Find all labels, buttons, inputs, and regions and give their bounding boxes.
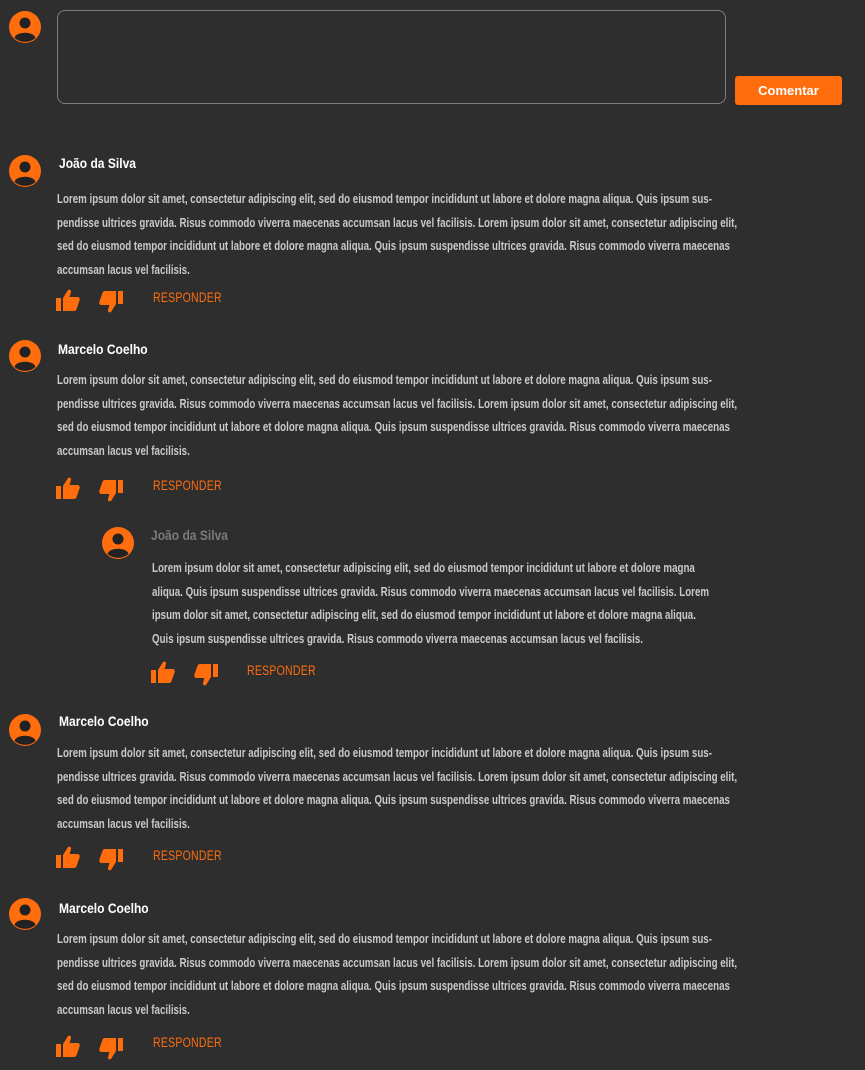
reply-button[interactable]: RESPONDER [153,1035,222,1050]
avatar [9,155,41,187]
comment-author: Marcelo Coelho [58,341,148,357]
comment-text-line: aliqua. Quis ipsum suspendisse ultrices … [152,584,710,599]
comment-text-line: sed do eiusmod tempor incididunt ut labo… [57,239,730,253]
comment-text-line: Quis ipsum suspendisse ultrices gravida.… [152,631,643,646]
reply-button[interactable]: RESPONDER [153,290,222,305]
comment-text-line: Lorem ipsum dolor sit amet, consectetur … [57,932,712,946]
comment-text: Lorem ipsum dolor sit amet, consectetur … [57,742,737,836]
current-user-avatar [9,11,41,43]
comment-input[interactable] [57,10,726,104]
reply-button[interactable]: RESPONDER [153,478,222,493]
reply-button[interactable]: RESPONDER [153,848,222,863]
avatar [9,714,41,746]
comment-text: Lorem ipsum dolor sit amet, consectetur … [57,928,737,1022]
thumbs-down-icon[interactable] [194,664,218,686]
comment-text-line: Lorem ipsum dolor sit amet, consectetur … [57,746,712,760]
thumbs-up-icon[interactable] [56,846,80,868]
comment-text-line: Lorem ipsum dolor sit amet, consectetur … [152,561,695,575]
avatar [9,898,41,930]
reply-text: Lorem ipsum dolor sit amet, consectetur … [152,557,709,651]
comment-text-line: pendisse ultrices gravida. Risus commodo… [57,955,738,970]
thumbs-up-icon[interactable] [56,477,80,499]
comment-author: João da Silva [59,155,136,171]
comment-text-line: pendisse ultrices gravida. Risus commodo… [57,396,738,411]
comment-text: Lorem ipsum dolor sit amet, consectetur … [57,188,737,282]
comment-text-line: Lorem ipsum dolor sit amet, consectetur … [57,192,712,206]
thumbs-down-icon[interactable] [99,849,123,871]
comment-author: Marcelo Coelho [59,900,149,916]
thumbs-down-icon[interactable] [99,1038,123,1060]
comment-text: Lorem ipsum dolor sit amet, consectetur … [57,369,737,463]
comment-text-line: sed do eiusmod tempor incididunt ut labo… [57,420,730,434]
comment-text-line: accumsan lacus vel facilisis. [57,1002,190,1017]
comment-author: Marcelo Coelho [59,713,149,729]
comment-text-line: pendisse ultrices gravida. Risus commodo… [57,215,738,230]
thumbs-down-icon[interactable] [99,480,123,502]
reply-author: João da Silva [151,527,228,543]
avatar [102,527,134,559]
comment-text-line: ipsum dolor sit amet, consectetur adipis… [152,608,696,622]
comment-text-line: accumsan lacus vel facilisis. [57,816,190,831]
thumbs-up-icon[interactable] [56,1035,80,1057]
comment-text-line: accumsan lacus vel facilisis. [57,443,190,458]
thumbs-up-icon[interactable] [151,661,175,683]
avatar [9,340,41,372]
comment-text-line: sed do eiusmod tempor incididunt ut labo… [57,979,730,993]
comment-text-line: Lorem ipsum dolor sit amet, consectetur … [57,373,712,387]
comment-text-line: sed do eiusmod tempor incididunt ut labo… [57,793,730,807]
reply-button[interactable]: RESPONDER [247,663,316,678]
comment-text-line: pendisse ultrices gravida. Risus commodo… [57,769,738,784]
comment-text-line: accumsan lacus vel facilisis. [57,262,190,277]
thumbs-up-icon[interactable] [56,289,80,311]
thumbs-down-icon[interactable] [99,291,123,313]
submit-comment-button[interactable]: Comentar [735,76,842,105]
